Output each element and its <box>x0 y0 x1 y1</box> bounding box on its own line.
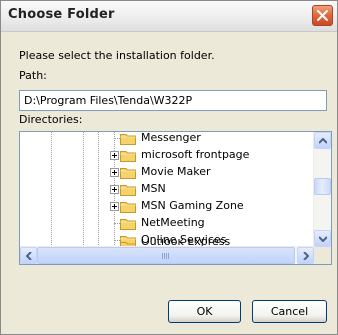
vertical-scroll-thumb[interactable] <box>314 178 331 195</box>
scroll-up-button[interactable] <box>314 132 331 149</box>
close-button[interactable] <box>312 5 333 26</box>
path-label: Path: <box>19 69 47 82</box>
tree-item-label: NetMeeting <box>141 216 205 229</box>
tree-item-label: Movie Maker <box>141 165 211 178</box>
plus-expander-icon[interactable] <box>110 202 119 211</box>
scroll-left-button[interactable] <box>20 247 37 264</box>
window-title: Choose Folder <box>8 7 115 22</box>
folder-icon <box>120 168 136 179</box>
path-input[interactable] <box>19 90 327 111</box>
tree-item-label: MSN <box>141 182 166 195</box>
ok-button[interactable]: OK <box>168 300 241 323</box>
choose-folder-dialog: Choose Folder Please select the installa… <box>0 0 338 335</box>
folder-icon <box>120 219 136 230</box>
arrow-right-icon <box>303 252 309 260</box>
tree-item-movie-maker[interactable]: Movie Maker <box>20 164 313 180</box>
tree-item-netmeeting[interactable]: NetMeeting <box>20 215 313 231</box>
plus-expander-icon[interactable] <box>110 168 119 177</box>
title-bar[interactable]: Choose Folder <box>1 1 337 32</box>
instruction-text: Please select the installation folder. <box>19 49 215 62</box>
plus-expander-icon[interactable] <box>110 151 119 160</box>
folder-icon <box>120 202 136 213</box>
tree-item-msn-gaming-zone[interactable]: MSN Gaming Zone <box>20 198 313 214</box>
tree-item-label: Messenger <box>141 132 201 144</box>
scroll-corner <box>314 247 331 264</box>
vertical-scrollbar[interactable] <box>313 132 331 247</box>
tree-item-messenger[interactable]: Messenger <box>20 132 313 146</box>
directories-label: Directories: <box>19 113 83 126</box>
tree-item-label: microsoft frontpage <box>141 148 250 161</box>
arrow-up-icon <box>319 138 327 144</box>
scroll-down-button[interactable] <box>314 230 331 247</box>
cancel-button[interactable]: Cancel <box>252 300 327 323</box>
scroll-right-button[interactable] <box>297 247 314 264</box>
folder-icon <box>120 134 136 145</box>
horizontal-scroll-thumb[interactable] <box>37 247 295 264</box>
horizontal-scrollbar[interactable] <box>20 246 314 264</box>
grip-icon <box>162 253 170 259</box>
arrow-left-icon <box>26 252 32 260</box>
arrow-down-icon <box>319 236 327 242</box>
folder-icon <box>120 151 136 162</box>
tree-item-microsoft-frontpage[interactable]: microsoft frontpage <box>20 147 313 163</box>
directory-tree[interactable]: Messenger microsoft frontpage Movie Make… <box>19 131 332 265</box>
close-icon <box>317 10 328 21</box>
tree-item-label: MSN Gaming Zone <box>141 199 244 212</box>
folder-icon <box>120 185 136 196</box>
tree-item-msn[interactable]: MSN <box>20 181 313 197</box>
tree-view[interactable]: Messenger microsoft frontpage Movie Make… <box>20 132 313 247</box>
plus-expander-icon[interactable] <box>110 185 119 194</box>
